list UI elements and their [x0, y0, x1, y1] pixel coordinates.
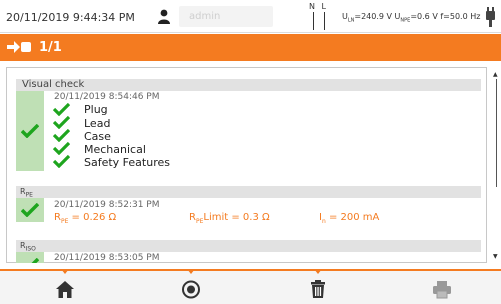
user-icon [158, 9, 170, 24]
trash-tick [314, 269, 322, 274]
phase-line-n [313, 12, 314, 30]
plug-check-icon [53, 103, 70, 116]
visual-timestamp: 20/11/2019 8:54:46 PM [54, 92, 160, 102]
visual-pass-column [16, 91, 44, 171]
check-item-mechanical: Mechanical [84, 143, 146, 156]
check-item-case: Case [84, 130, 111, 143]
page-indicator: 1/1 [39, 40, 62, 55]
riso-header [16, 240, 481, 252]
rpe-limit: RPELimit = 0.3 Ω [189, 212, 270, 225]
mechanical-check-icon [53, 142, 70, 155]
rpe-pass-column [16, 198, 44, 222]
check-item-safety-features: Safety Features [84, 156, 170, 169]
status-bar: 20/11/2019 9:44:34 PM admin N L ULN=240.… [0, 0, 501, 33]
plug-icon [486, 7, 495, 27]
check-item-plug: Plug [84, 103, 108, 116]
scroll-down-arrow-icon[interactable]: ▼ [493, 253, 498, 260]
rpe-value: RPE = 0.26 Ω [54, 212, 117, 225]
user-field[interactable]: admin [179, 6, 273, 27]
check-item-lead: Lead [84, 117, 111, 130]
record-tick [187, 269, 195, 274]
rpe-pass-check-icon [21, 203, 39, 217]
bottom-toolbar [0, 269, 501, 304]
phase-line-l [324, 12, 325, 30]
home-tick [61, 269, 69, 274]
riso-timestamp: 20/11/2019 8:53:05 PM [54, 253, 160, 263]
rpe-header [16, 186, 481, 198]
vertical-scrollbar[interactable]: ▲ ▼ [492, 67, 500, 263]
record-icon[interactable] [181, 280, 201, 299]
voltage-readout: ULN=240.9 V UNPE=0.6 V f=50.0 Hz [342, 12, 481, 24]
rpe-timestamp: 20/11/2019 8:52:31 PM [54, 200, 160, 210]
print-icon[interactable] [432, 280, 452, 299]
scroll-thumb[interactable] [496, 79, 497, 187]
datetime-label: 20/11/2019 9:44:34 PM [6, 11, 135, 24]
results-list: Visual check 20/11/2019 8:54:46 PM Plug … [6, 67, 487, 263]
riso-pass-check-icon [31, 258, 39, 263]
scroll-up-arrow-icon[interactable]: ▲ [493, 71, 498, 78]
visual-pass-check-icon [21, 124, 39, 138]
phase-labels: N L [309, 2, 328, 11]
lead-check-icon [53, 116, 70, 129]
meter-probe-icon [7, 41, 31, 53]
title-bar: 1/1 [0, 34, 501, 61]
safety-check-icon [53, 155, 70, 168]
riso-pass-column [16, 252, 44, 263]
visual-check-header: Visual check [16, 79, 481, 91]
rpe-symbol: RPE [20, 187, 33, 199]
results-panel[interactable]: Visual check 20/11/2019 8:54:46 PM Plug … [6, 67, 500, 263]
home-icon[interactable] [55, 280, 75, 299]
trash-icon[interactable] [308, 280, 328, 299]
test-current: In = 200 mA [319, 212, 380, 225]
case-check-icon [53, 129, 70, 142]
riso-symbol: RISO [20, 241, 36, 253]
